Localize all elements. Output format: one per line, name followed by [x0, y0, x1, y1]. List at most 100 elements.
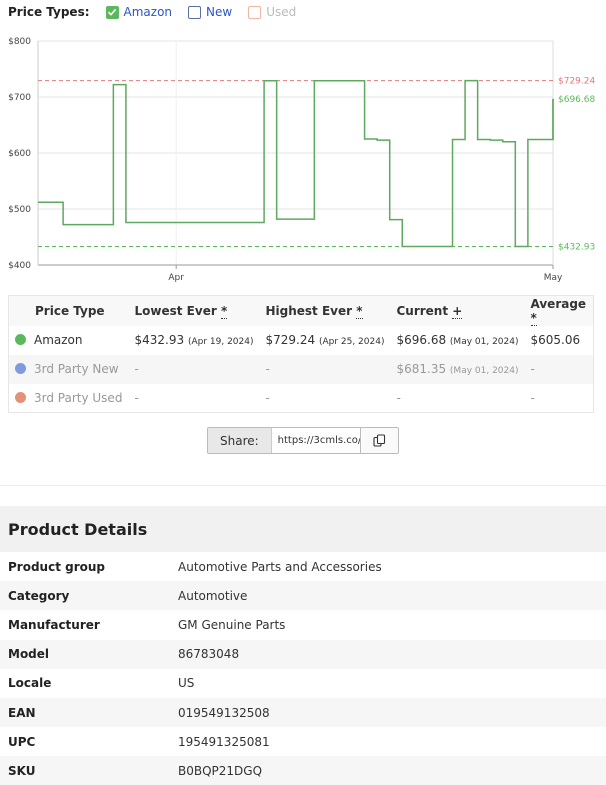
price-row: Amazon $432.93 (Apr 19, 2024) $729.24 (Apr…: [9, 326, 594, 355]
price-type-cell: Amazon: [9, 326, 129, 355]
average-cell: -: [524, 354, 594, 384]
product-details-header: Product Details: [0, 506, 606, 552]
col-highest-ever: Highest Ever *: [259, 295, 391, 326]
price-type-label: 3rd Party New: [34, 362, 119, 376]
price-date: (May 01, 2024): [449, 337, 519, 347]
lowest-ever-note[interactable]: *: [220, 303, 228, 319]
series-dot-icon: [15, 391, 26, 403]
average-cell: -: [525, 384, 594, 413]
checkbox-disabled-icon: [248, 5, 262, 19]
checkbox-used-label: Used: [266, 5, 297, 19]
reference-line-label: $696.68: [558, 95, 595, 105]
y-tick-label: $500: [8, 205, 31, 215]
detail-value: 195491325081: [178, 734, 270, 749]
copy-button[interactable]: [359, 428, 398, 453]
price-value: -: [530, 362, 535, 376]
detail-value: GM Genuine Parts: [178, 617, 286, 632]
checkbox-empty-icon[interactable]: [188, 5, 202, 19]
col-price-type: Price Type: [8, 295, 129, 326]
x-tick-label: Apr: [168, 273, 184, 283]
price-summary-table: Price Type Lowest Ever * Highest Ever * …: [8, 295, 594, 413]
detail-row: EAN 019549132508: [0, 697, 606, 728]
lowest-cell: -: [129, 384, 260, 413]
detail-value: 86783048: [178, 639, 606, 669]
share-label: Share:: [208, 428, 272, 453]
x-tick-label: May: [544, 273, 563, 283]
detail-key: Model: [0, 639, 178, 669]
highest-ever-note[interactable]: *: [356, 303, 363, 319]
highest-cell: $729.24 (Apr 25, 2024): [259, 326, 390, 355]
detail-row: Locale US: [0, 669, 606, 698]
col-average: Average *: [524, 295, 594, 326]
reference-line-label: $729.24: [558, 77, 595, 87]
price-types-label: Price Types:: [8, 5, 90, 19]
price-value: -: [265, 390, 270, 405]
y-tick-label: $800: [8, 37, 31, 47]
price-value: $696.68: [396, 333, 447, 347]
product-details-title: Product Details: [8, 519, 148, 539]
checkbox-amazon-label: Amazon: [123, 5, 173, 19]
share-url-field[interactable]: https://3cmls.co/: [272, 428, 360, 453]
price-types-filter: Price Types: Amazon New Used: [8, 3, 312, 21]
price-value: $605.06: [530, 333, 581, 347]
current-cell: $681.35 (May 01, 2024): [390, 354, 525, 384]
series-dot-icon: [15, 363, 26, 374]
col-lowest-ever: Lowest Ever *: [128, 295, 260, 326]
detail-key: Manufacturer: [8, 617, 100, 632]
highest-cell: -: [259, 384, 390, 413]
checkbox-new-label: New: [206, 5, 233, 19]
price-date: (May 01, 2024): [449, 366, 519, 376]
price-type-label: Amazon: [34, 333, 83, 347]
share-bar: Share: https://3cmls.co/: [207, 427, 399, 454]
price-value: -: [134, 390, 139, 405]
price-type-cell: 3rd Party New: [8, 354, 129, 384]
detail-key: EAN: [0, 697, 178, 728]
checkbox-used: Used: [248, 5, 296, 19]
price-value: $729.24: [265, 333, 316, 347]
series-dot-icon: [15, 334, 26, 345]
lowest-cell: $432.93 (Apr 19, 2024): [129, 326, 260, 355]
y-tick-label: $700: [8, 93, 31, 103]
y-tick-label: $600: [8, 149, 31, 159]
price-value: -: [396, 390, 401, 405]
price-date: (Apr 25, 2024): [318, 337, 385, 347]
price-type-cell: 3rd Party Used: [9, 384, 129, 413]
detail-row: Product group Automotive Parts and Access…: [0, 552, 606, 581]
current-note[interactable]: +: [452, 303, 463, 319]
average-cell: $605.06: [525, 326, 594, 355]
price-value: -: [265, 362, 270, 376]
lowest-cell: -: [128, 354, 260, 384]
detail-key: Product group: [8, 559, 106, 574]
current-cell: -: [390, 384, 524, 413]
price-type-label: 3rd Party Used: [34, 390, 123, 405]
section-divider: [0, 485, 606, 486]
copy-icon: [373, 434, 385, 447]
detail-value: Automotive Parts and Accessories: [178, 559, 382, 574]
checkbox-amazon[interactable]: Amazon: [105, 5, 173, 19]
reference-line-label: $432.93: [558, 243, 595, 253]
detail-key: UPC: [8, 734, 36, 749]
price-row: 3rd Party New - - $681.35 (May 01, 2024) -: [8, 354, 594, 384]
detail-key: Locale: [8, 676, 52, 691]
col-current: Current +: [390, 295, 525, 326]
checkbox-new[interactable]: New: [188, 5, 232, 19]
current-cell: $696.68 (May 01, 2024): [390, 326, 524, 355]
average-note[interactable]: *: [530, 310, 537, 326]
product-details-table: Product group Automotive Parts and Access…: [0, 552, 606, 785]
check-icon[interactable]: [105, 5, 119, 19]
detail-value: B0BQP21DGQ: [178, 756, 606, 785]
price-value: $432.93: [134, 333, 185, 347]
detail-row: Category Automotive: [0, 581, 606, 611]
detail-value: Automotive: [178, 581, 606, 611]
price-date: (Apr 19, 2024): [187, 337, 254, 347]
detail-value: US: [178, 676, 195, 691]
detail-row: Manufacturer GM Genuine Parts: [0, 610, 606, 639]
y-tick-label: $400: [8, 261, 31, 271]
detail-key: Category: [0, 581, 178, 611]
price-summary-header: Price Type Lowest Ever * Highest Ever * …: [8, 295, 594, 326]
detail-value: 019549132508: [178, 697, 606, 728]
price-row: 3rd Party Used - - - -: [9, 384, 594, 413]
highest-cell: -: [259, 354, 391, 384]
price-history-chart: $800 $700 $600 $500 $400 Apr May $729.24 $696.68…: [0, 28, 606, 288]
price-value: $681.35: [396, 362, 447, 376]
